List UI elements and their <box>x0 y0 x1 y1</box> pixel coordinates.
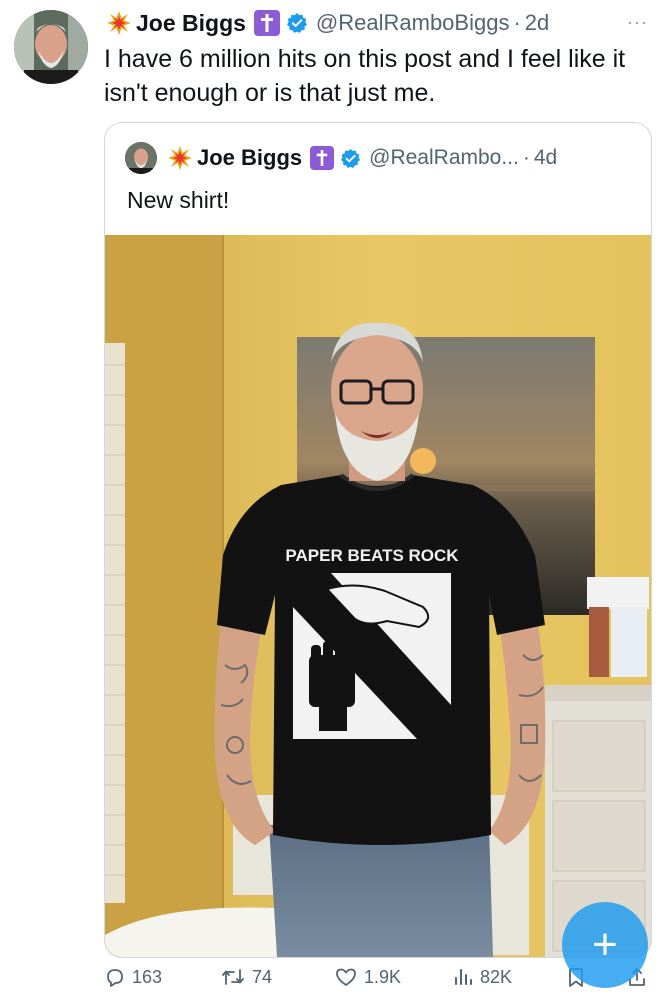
repost-button[interactable]: 74 <box>220 966 272 988</box>
verified-badge-icon <box>286 13 307 33</box>
views-button[interactable]: 82K <box>452 966 512 988</box>
repost-count: 74 <box>252 966 273 987</box>
reply-count: 163 <box>132 966 163 987</box>
post-text: I have 6 million hits on this post and I… <box>104 45 626 107</box>
latin-cross-emoji-icon <box>253 10 280 36</box>
separator-dot: · <box>522 146 530 169</box>
views-chart-icon <box>455 969 472 985</box>
latin-cross-emoji-icon <box>310 146 335 170</box>
reply-button[interactable]: 163 <box>104 966 162 988</box>
repost-icon <box>222 969 244 985</box>
quoted-post-text: New shirt! <box>127 187 230 213</box>
verified-badge-icon <box>341 148 361 168</box>
quoted-author-handle: @RealRambo... <box>369 146 519 169</box>
like-button[interactable]: 1.9K <box>334 966 401 988</box>
compose-button[interactable]: + <box>562 902 648 988</box>
heart-icon <box>336 968 356 986</box>
post-photo[interactable]: PAPER BEATS ROCK <box>105 235 651 957</box>
separator-dot: · <box>513 10 521 35</box>
post-timestamp[interactable]: 2d <box>525 10 549 36</box>
quoted-post[interactable]: Joe Biggs @RealRambo... · 4d New shirt! <box>104 122 652 958</box>
more-options-icon[interactable]: ··· <box>627 12 648 33</box>
reply-icon <box>107 969 123 987</box>
avatar-image <box>14 10 88 84</box>
quoted-author-name: Joe Biggs <box>197 145 303 170</box>
author-name[interactable]: Joe Biggs <box>136 10 246 37</box>
author-handle[interactable]: @RealRamboBiggs <box>316 10 510 36</box>
action-bar: 163 74 1.9K 82K <box>0 966 666 1000</box>
views-count: 82K <box>480 966 513 987</box>
collision-emoji-icon <box>107 11 131 35</box>
author-avatar[interactable] <box>14 10 88 84</box>
plus-icon: + <box>592 920 618 969</box>
quoted-post-timestamp: 4d <box>533 146 558 169</box>
quoted-post-header: Joe Biggs @RealRambo... · 4d <box>125 142 558 174</box>
quoted-author-avatar <box>125 142 157 174</box>
like-count: 1.9K <box>364 966 402 987</box>
shirt-print-text: PAPER BEATS ROCK <box>285 546 459 565</box>
post-header: Joe Biggs @RealRamboBiggs · 2d <box>106 6 549 40</box>
collision-emoji-icon <box>168 146 192 170</box>
